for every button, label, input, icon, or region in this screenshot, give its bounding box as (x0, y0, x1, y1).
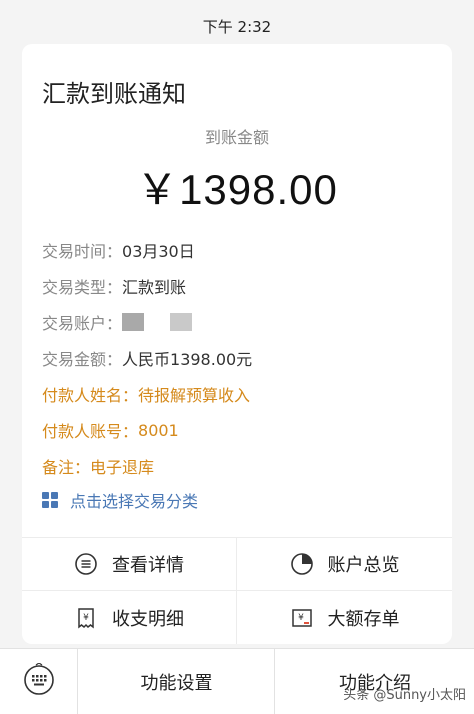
detail-value: 汇款到账 (122, 278, 187, 297)
bottom-menu-bar: 功能设置 功能介绍 (0, 648, 474, 714)
select-category-label: 点击选择交易分类 (70, 492, 199, 511)
detail-row-type: 交易类型： 汇款到账 (42, 268, 432, 304)
svg-text:¥: ¥ (298, 613, 304, 623)
card-title: 汇款到账通知 (42, 80, 186, 108)
large-deposit-button[interactable]: ¥ 大额存单 (237, 591, 452, 644)
detail-row-amount: 交易金额： 人民币1398.00元 (42, 340, 432, 376)
pie-chart-icon (290, 552, 314, 576)
detail-value: 8001 (138, 420, 179, 440)
detail-row-payer-name: 付款人姓名： 待报解预算收入 (42, 376, 432, 412)
detail-value: 人民币1398.00元 (122, 350, 253, 369)
receipt-yuan-icon: ¥ (74, 606, 98, 630)
detail-value: 待报解预算收入 (138, 386, 251, 405)
keyboard-toggle-button[interactable] (0, 649, 78, 714)
amount-value: ￥1398.00 (136, 166, 338, 213)
detail-row-remark: 备注： 电子退库 (42, 448, 432, 484)
detail-label: 交易类型： (42, 278, 123, 297)
grid-icon (42, 492, 58, 508)
keyboard-icon (22, 662, 56, 701)
menu-function-settings[interactable]: 功能设置 (79, 649, 275, 714)
select-category-link[interactable]: 点击选择交易分类 (42, 488, 198, 512)
detail-label: 交易时间： (42, 242, 123, 261)
menu-function-settings-label: 功能设置 (140, 673, 213, 694)
detail-label: 付款人姓名： (42, 386, 139, 405)
svg-text:¥: ¥ (83, 613, 89, 623)
income-expense-label: 收支明细 (112, 608, 184, 630)
action-grid: 查看详情 账户总览 ¥ 收支明细 ¥ 大额存单 (22, 537, 452, 644)
large-deposit-label: 大额存单 (327, 608, 400, 630)
view-details-button[interactable]: 查看详情 (22, 538, 237, 591)
detail-value: 电子退库 (90, 458, 155, 477)
certificate-icon: ¥ (290, 606, 314, 630)
account-overview-label: 账户总览 (327, 555, 400, 576)
account-overview-button[interactable]: 账户总览 (237, 538, 452, 591)
redacted-block (122, 313, 145, 331)
detail-row-account: 交易账户： (42, 304, 432, 340)
menu-function-intro[interactable]: 功能介绍 (276, 649, 474, 714)
transaction-details: 交易时间： 03月30日 交易类型： 汇款到账 交易账户： 交易金额： 人民币1… (42, 232, 432, 484)
detail-row-time: 交易时间： 03月30日 (42, 232, 432, 268)
detail-value: 03月30日 (122, 242, 195, 261)
detail-row-payer-account: 付款人账号： 8001 (42, 412, 432, 448)
detail-label: 交易金额： (42, 350, 123, 369)
detail-label: 备注： (42, 458, 91, 477)
income-expense-button[interactable]: ¥ 收支明细 (22, 591, 237, 644)
redacted-block (170, 313, 193, 331)
watermark-text: 头条 @Sunny小太阳 (343, 688, 466, 703)
detail-label: 付款人账号： (42, 422, 139, 441)
detail-label: 交易账户： (42, 314, 123, 333)
list-circle-icon (74, 552, 98, 576)
view-details-label: 查看详情 (112, 555, 184, 576)
notification-card: 汇款到账通知 到账金额 ￥1398.00 交易时间： 03月30日 交易类型： … (22, 44, 452, 644)
status-bar-time: 下午 2:32 (202, 18, 272, 36)
amount-label: 到账金额 (204, 128, 269, 147)
